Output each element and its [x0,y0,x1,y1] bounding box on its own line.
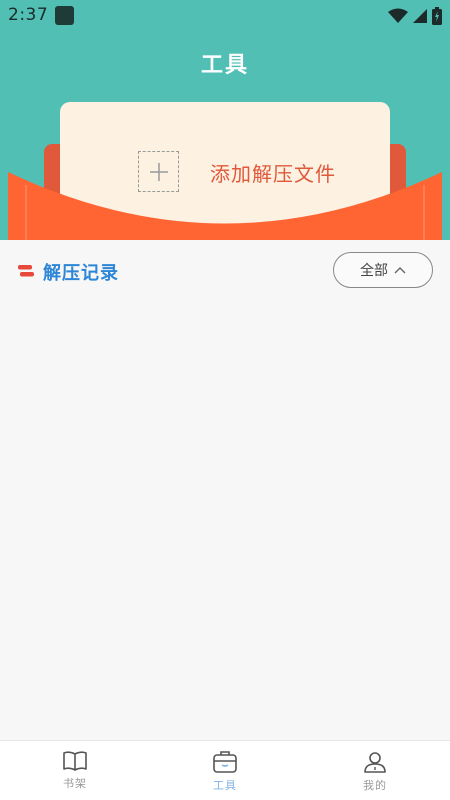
nav-item-tools[interactable]: 工具 [150,741,300,800]
status-bar: 2:37 [0,0,450,32]
page-title: 工具 [200,53,249,78]
plus-icon [149,162,168,181]
chevron-up-icon [394,267,406,274]
section-title: 解压记录 [43,263,119,284]
bottom-nav: 书架 工具 我的 [0,740,450,800]
signal-icon [413,9,427,23]
add-file-card[interactable]: 添加解压文件 [60,102,390,240]
nav-label-mine: 我的 [363,779,387,792]
decompress-records-header: 解压记录 全部 [0,240,450,300]
toolbox-icon [213,751,237,773]
add-file-button[interactable] [138,151,179,192]
status-time: 2:37 [8,5,49,25]
wifi-icon [388,8,408,23]
book-icon [63,751,87,771]
records-icon [18,265,34,277]
person-icon [364,752,386,773]
status-icons [388,7,442,25]
add-file-label[interactable]: 添加解压文件 [210,158,336,187]
nav-item-mine[interactable]: 我的 [300,741,450,800]
filter-dropdown-button[interactable]: 全部 [333,252,433,288]
nav-item-bookshelf[interactable]: 书架 [0,741,150,800]
filter-label: 全部 [360,263,388,279]
battery-icon [432,7,442,25]
nav-label-tools: 工具 [213,779,237,792]
records-list [0,300,450,740]
nav-label-bookshelf: 书架 [63,777,87,790]
notification-icon [55,6,74,25]
header: 2:37 工具 添加解压文件 [0,0,450,240]
